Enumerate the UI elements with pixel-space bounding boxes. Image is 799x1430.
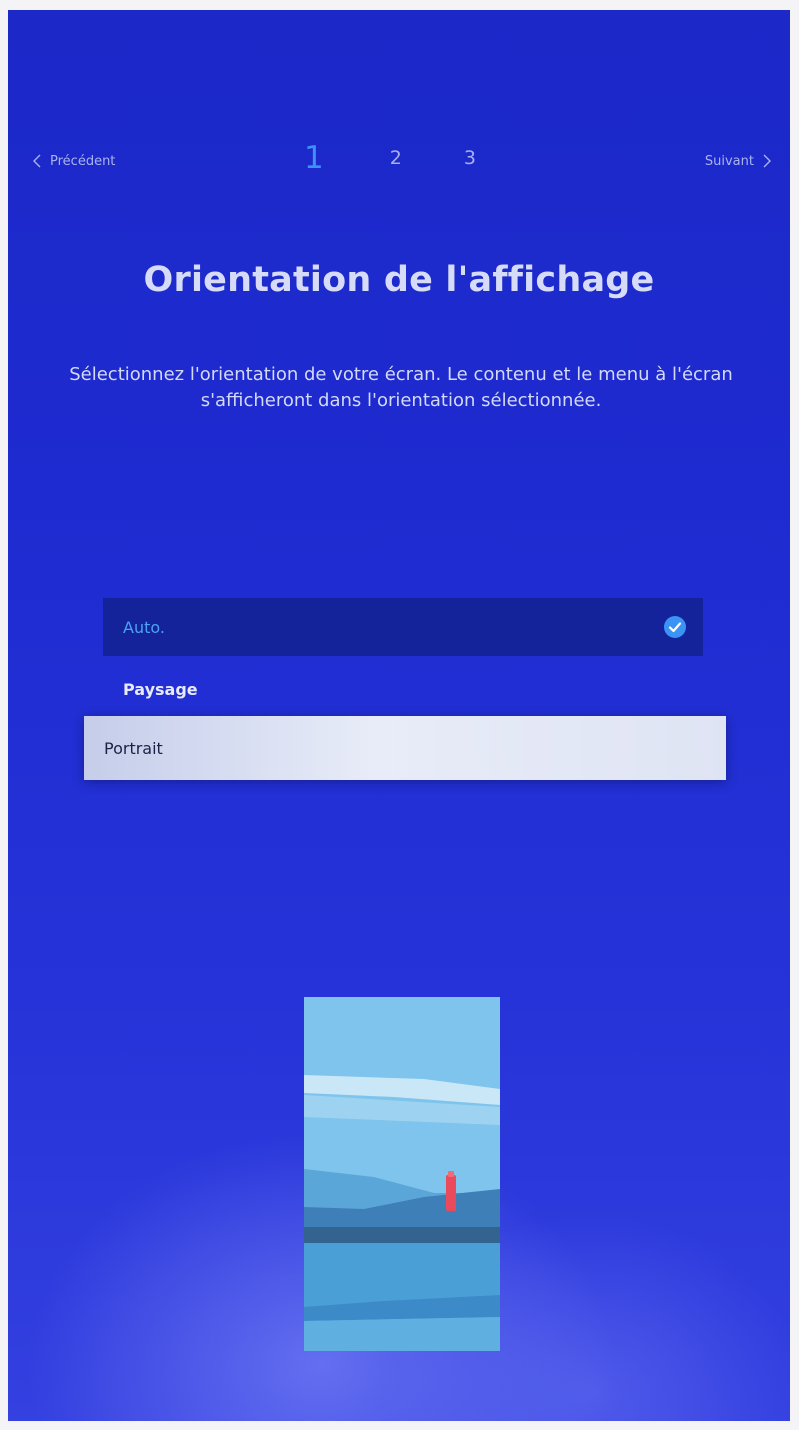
check-circle-icon — [663, 615, 687, 639]
option-paysage[interactable]: Paysage — [103, 662, 703, 716]
chevron-right-icon — [760, 153, 774, 169]
option-portrait-label: Portrait — [104, 738, 163, 758]
previous-button[interactable]: Précédent — [30, 150, 115, 172]
next-label: Suivant — [704, 153, 754, 169]
option-auto[interactable]: Auto. — [103, 598, 703, 656]
page-description: Sélectionnez l'orientation de votre écra… — [69, 364, 733, 411]
step-1: 1 — [304, 140, 324, 176]
step-indicator: 1 2 3 — [304, 138, 538, 178]
option-portrait[interactable]: Portrait — [84, 716, 726, 780]
next-button[interactable]: Suivant — [705, 150, 774, 172]
portrait-preview-illustration — [304, 997, 500, 1351]
option-paysage-label: Paysage — [123, 679, 198, 699]
step-2: 2 — [389, 147, 402, 169]
page-title: Orientation de l'affichage — [143, 260, 655, 300]
previous-label: Précédent — [50, 153, 116, 169]
step-3: 3 — [463, 147, 476, 169]
chevron-left-icon — [30, 153, 44, 169]
option-auto-label: Auto. — [123, 617, 165, 637]
tv-screen: Précédent 1 2 3 Suivant Orientation de l… — [8, 10, 790, 1421]
